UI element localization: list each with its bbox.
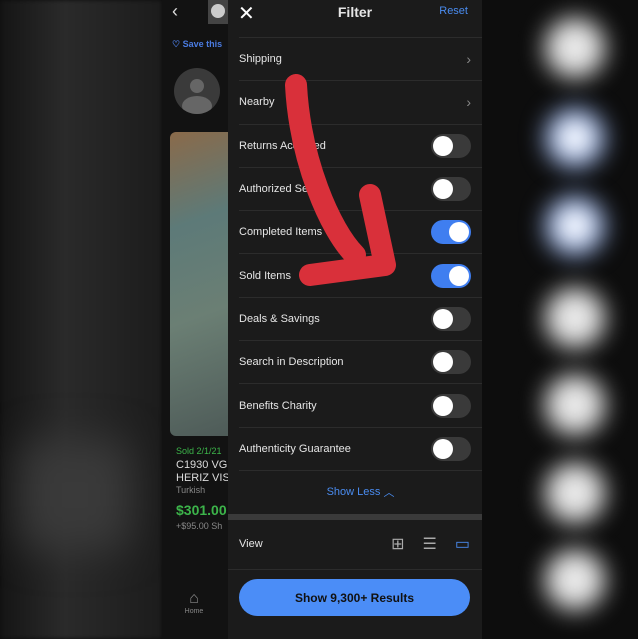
- toggle-knob: [449, 222, 469, 243]
- filter-row-label: Completed Items: [239, 226, 323, 239]
- filter-header: ✕ Filter Reset: [228, 0, 482, 37]
- filter-row-label: Sold Items: [239, 269, 291, 282]
- seller-avatar: [174, 68, 220, 114]
- filter-row-sold-items[interactable]: Sold Items: [239, 253, 482, 296]
- chevron-right-icon: ›: [466, 94, 471, 111]
- item-title[interactable]: C1930 VG HERIZ VIS: [176, 459, 230, 485]
- toggle-switch[interactable]: [431, 393, 471, 418]
- filter-row-label: Authenticity Guarantee: [239, 442, 351, 455]
- filter-row-authenticity-guarantee[interactable]: Authenticity Guarantee: [239, 426, 482, 470]
- filter-row-label: Returns Accepted: [239, 139, 326, 152]
- toggle-switch[interactable]: [431, 177, 471, 202]
- item-shipping: +$95.00 Sh: [176, 521, 223, 531]
- toggle-knob: [433, 308, 453, 329]
- reset-button[interactable]: Reset: [439, 5, 468, 17]
- filter-row-search-in-description[interactable]: Search in Description: [239, 340, 482, 383]
- grid-view-icon[interactable]: ⊞: [391, 534, 404, 554]
- show-results-button[interactable]: Show 9,300+ Results: [239, 579, 470, 616]
- filter-row-label: Deals & Savings: [239, 312, 320, 325]
- view-label: View: [239, 538, 263, 551]
- filter-row-shipping[interactable]: Shipping ›: [239, 37, 482, 80]
- tab-home[interactable]: ⌂ Home: [176, 590, 212, 615]
- filter-row-authorized-seller[interactable]: Authorized Seller: [239, 166, 482, 210]
- sold-date: Sold 2/1/21: [176, 446, 222, 456]
- item-image[interactable]: [170, 132, 228, 436]
- toggle-knob: [433, 135, 453, 156]
- filter-row-nearby[interactable]: Nearby ›: [239, 80, 482, 123]
- blurred-dot: [545, 196, 605, 256]
- view-row: View ⊞ ☰ ▭: [228, 520, 482, 570]
- item-title-line: HERIZ VIS: [176, 472, 230, 484]
- show-less-label: Show Less: [326, 485, 381, 498]
- blurred-dot: [545, 463, 605, 523]
- gallery-view-icon[interactable]: ▭: [455, 534, 470, 554]
- toggle-switch[interactable]: [431, 350, 471, 375]
- item-title-line: C1930 VG: [176, 459, 228, 471]
- toggle-switch[interactable]: [431, 133, 471, 158]
- toggle-switch[interactable]: [431, 263, 471, 288]
- list-view-icon[interactable]: ☰: [423, 534, 437, 554]
- blurred-dot: [545, 550, 605, 610]
- blurred-dot: [545, 108, 605, 168]
- listing-panel: ‹ ♡ Save this Sold 2/1/21 C1930 VG HERIZ …: [162, 0, 230, 639]
- home-label: Home: [184, 608, 204, 615]
- filter-row-label: Search in Description: [239, 356, 344, 369]
- filter-row-completed-items[interactable]: Completed Items: [239, 210, 482, 253]
- blurred-dot: [545, 18, 605, 78]
- save-search-link[interactable]: ♡ Save this: [172, 39, 222, 50]
- back-icon[interactable]: ‹: [172, 1, 178, 22]
- chevron-up-icon: ︿: [383, 486, 395, 499]
- item-subtitle: Turkish: [176, 485, 206, 495]
- toggle-knob: [433, 352, 453, 373]
- toggle-switch[interactable]: [431, 436, 471, 461]
- filter-row-benefits-charity[interactable]: Benefits Charity: [239, 383, 482, 426]
- filter-row-label: Authorized Seller: [239, 183, 323, 196]
- chevron-right-icon: ›: [466, 51, 471, 68]
- filter-row-label: Benefits Charity: [239, 399, 317, 412]
- save-label: Save this: [182, 39, 223, 49]
- toggle-knob: [433, 395, 453, 416]
- blurred-dot: [545, 288, 605, 348]
- show-less-button[interactable]: Show Less ︿: [239, 469, 482, 513]
- blurred-background-left: [0, 0, 162, 639]
- toggle-knob: [433, 438, 453, 459]
- avatar-small: [208, 0, 228, 24]
- toggle-knob: [449, 265, 469, 286]
- toggle-knob: [433, 179, 453, 200]
- blurred-dot: [545, 375, 605, 435]
- filter-row-returns-accepted[interactable]: Returns Accepted: [239, 123, 482, 167]
- toggle-switch[interactable]: [431, 220, 471, 245]
- filter-row-deals-savings[interactable]: Deals & Savings: [239, 296, 482, 340]
- filter-row-label: Nearby: [239, 96, 275, 109]
- home-icon: ⌂: [189, 590, 199, 607]
- item-price: $301.00: [176, 502, 227, 518]
- filter-row-label: Shipping: [239, 53, 282, 66]
- filter-sheet: ✕ Filter Reset Shipping › Nearby › Returns A…: [228, 0, 482, 639]
- toggle-switch[interactable]: [431, 306, 471, 331]
